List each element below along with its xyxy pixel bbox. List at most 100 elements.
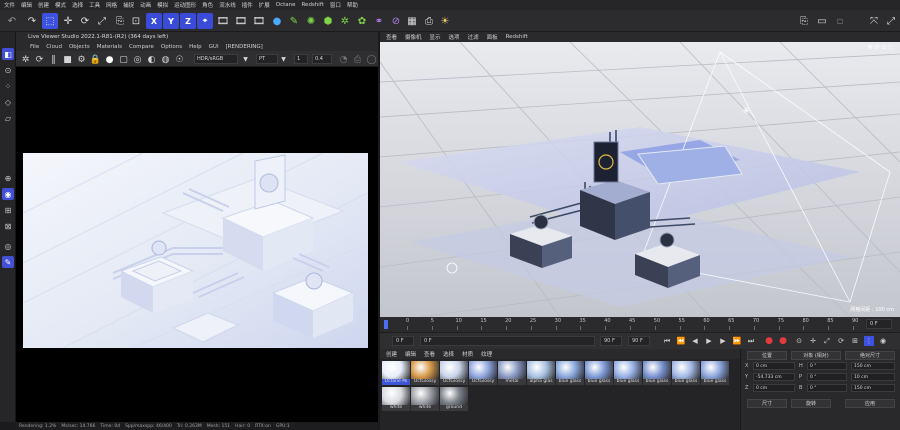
menu-character[interactable]: 角色	[202, 1, 213, 9]
mat-menu-edit[interactable]: 编辑	[405, 350, 416, 358]
material-swatch[interactable]: blue glass	[701, 361, 729, 385]
playhead[interactable]	[384, 320, 388, 329]
end-frame-field-b[interactable]: 90 F	[628, 336, 650, 346]
material-swatch[interactable]: OctGlossy	[440, 361, 468, 385]
record-icon[interactable]: ●	[764, 336, 774, 346]
pick-object-icon[interactable]: ◍	[160, 54, 171, 65]
axis-mode-icon[interactable]: ⊕	[2, 172, 14, 184]
lv-menu-help[interactable]: Help	[189, 44, 202, 50]
generator-icon[interactable]: ✺	[303, 13, 319, 29]
pick-material-icon[interactable]: ◐	[146, 54, 157, 65]
mat-menu-texture[interactable]: 纹理	[481, 350, 492, 358]
menu-mode[interactable]: 模式	[55, 1, 66, 9]
pause-render-icon[interactable]: ‖	[48, 54, 59, 65]
preview-range-field[interactable]: 0 F	[420, 336, 595, 346]
zoom-icon[interactable]: ◔	[338, 54, 349, 65]
vp-menu-options[interactable]: 选项	[449, 33, 460, 41]
size-z-field[interactable]: 150 cm	[851, 384, 895, 392]
rotate-tool-icon[interactable]: ⟳	[77, 13, 93, 29]
vp-menu-view[interactable]: 查看	[386, 33, 397, 41]
position-key-icon[interactable]: ✛	[808, 336, 818, 346]
render-settings-icon[interactable]: 🎞	[251, 13, 267, 29]
lv-more-icon[interactable]: ◯	[366, 54, 377, 65]
lv-menu-gui[interactable]: GUI	[209, 44, 219, 50]
field-icon[interactable]: ✿	[354, 13, 370, 29]
color-space-dropdown-icon[interactable]: ▼	[240, 54, 251, 65]
next-frame-icon[interactable]: ▶	[718, 336, 728, 346]
next-key-icon[interactable]: ⏩	[732, 336, 742, 346]
mograph-cloner-icon[interactable]: ⬢	[320, 13, 336, 29]
point-level-key-icon[interactable]: ⋮	[864, 336, 874, 346]
material-swatch[interactable]: OctGlossy	[469, 361, 497, 385]
move-tool-icon[interactable]: ✛	[60, 13, 76, 29]
lv-field-a[interactable]: 1	[294, 54, 308, 64]
pick-white-balance-icon[interactable]: ☉	[174, 54, 185, 65]
vp-menu-display[interactable]: 显示	[430, 33, 441, 41]
material-swatch[interactable]: blue glass	[585, 361, 613, 385]
lv-field-b[interactable]: 0.4	[312, 54, 332, 64]
menu-plugins[interactable]: 插件	[242, 1, 253, 9]
pick-focus-icon[interactable]: ◎	[132, 54, 143, 65]
timeline-ruler[interactable]: 0 5 10 15 20 25 30 35 40 45 50 55 60 65 70 75 80 85 90 0 F	[380, 317, 900, 332]
material-swatch[interactable]: white	[411, 387, 439, 411]
brush-icon[interactable]: ✎	[2, 256, 14, 268]
rotation-key-icon[interactable]: ⟳	[836, 336, 846, 346]
camera-icon[interactable]: ⎙	[421, 13, 437, 29]
deformer-icon[interactable]: ✲	[337, 13, 353, 29]
material-swatch[interactable]: blue glass	[556, 361, 584, 385]
menu-tools[interactable]: 工具	[89, 1, 100, 9]
material-swatch[interactable]: alpha glas	[527, 361, 555, 385]
model-mode-icon[interactable]: ◧	[2, 48, 14, 60]
select-tool-icon[interactable]: ⬚	[42, 13, 58, 29]
lv-menu-objects[interactable]: Objects	[69, 44, 90, 50]
coord-size-select[interactable]: 绝对尺寸	[845, 351, 895, 360]
rotation-h-field[interactable]: 0 °	[807, 362, 847, 370]
edges-mode-icon[interactable]: ◇	[2, 96, 14, 108]
menu-window[interactable]: 窗口	[330, 1, 341, 9]
menu-animate[interactable]: 动画	[140, 1, 151, 9]
menu-help[interactable]: 帮助	[347, 1, 358, 9]
vp-menu-panel[interactable]: 面板	[487, 33, 498, 41]
maximize-icon[interactable]: ⤧	[866, 13, 882, 29]
render-picture-viewer-icon[interactable]: 🎞	[233, 13, 249, 29]
snapshot-icon[interactable]: ⎙	[352, 54, 363, 65]
cube-primitive-icon[interactable]: ●	[269, 13, 285, 29]
menu-redshift[interactable]: Redshift	[301, 2, 323, 8]
mat-menu-select[interactable]: 选择	[443, 350, 454, 358]
menu-edit[interactable]: 编辑	[21, 1, 32, 9]
snap-icon[interactable]: ⊡	[128, 13, 144, 29]
previous-key-icon[interactable]: ⏪	[676, 336, 686, 346]
workplane-icon[interactable]: ⊞	[2, 204, 14, 216]
sound-icon[interactable]: ◉	[878, 336, 888, 346]
color-space-select[interactable]: HDR/sRGB	[194, 54, 238, 64]
lv-menu-materials[interactable]: Materials	[97, 44, 122, 50]
z-axis-button[interactable]: Z	[180, 13, 196, 29]
play-icon[interactable]: ▶	[704, 336, 714, 346]
parameter-key-icon[interactable]: ⊞	[850, 336, 860, 346]
menu-extensions[interactable]: 扩展	[259, 1, 270, 9]
lock-icon[interactable]: 🔒	[90, 54, 101, 65]
window-icon[interactable]: ▫	[832, 13, 848, 29]
texture-mode-icon[interactable]: ⊙	[2, 64, 14, 76]
settings-icon[interactable]: ⚙	[76, 54, 87, 65]
start-frame-field[interactable]: 0 F	[392, 336, 414, 346]
3d-viewport[interactable]: ✳ 网格间距 : 100 cm ✥ ⟳ ⊡ ▢	[380, 42, 900, 317]
menu-select[interactable]: 选择	[72, 1, 83, 9]
size-x-field[interactable]: 150 cm	[851, 362, 895, 370]
previous-frame-icon[interactable]: ◀	[690, 336, 700, 346]
redo-icon[interactable]: ↷	[24, 13, 40, 29]
menu-simulate[interactable]: 模拟	[157, 1, 168, 9]
material-swatch[interactable]: blue glass	[614, 361, 642, 385]
environment-icon[interactable]: ▦	[404, 13, 420, 29]
lv-menu-file[interactable]: File	[30, 44, 39, 50]
position-z-field[interactable]: 0 cm	[753, 384, 795, 392]
coord-mode-select[interactable]: 对象 (相对)	[791, 351, 841, 360]
keyframe-selection-icon[interactable]: ⊙	[794, 336, 804, 346]
send-scene-icon[interactable]: ✲	[20, 54, 31, 65]
stop-render-icon[interactable]: ■	[62, 54, 73, 65]
material-swatch[interactable]: white	[382, 387, 410, 411]
mat-menu-material[interactable]: 材质	[462, 350, 473, 358]
size-y-field[interactable]: 10 cm	[851, 373, 895, 381]
layout-icon[interactable]: ⎘	[796, 13, 812, 29]
rotation-b-field[interactable]: 0 °	[807, 384, 847, 392]
